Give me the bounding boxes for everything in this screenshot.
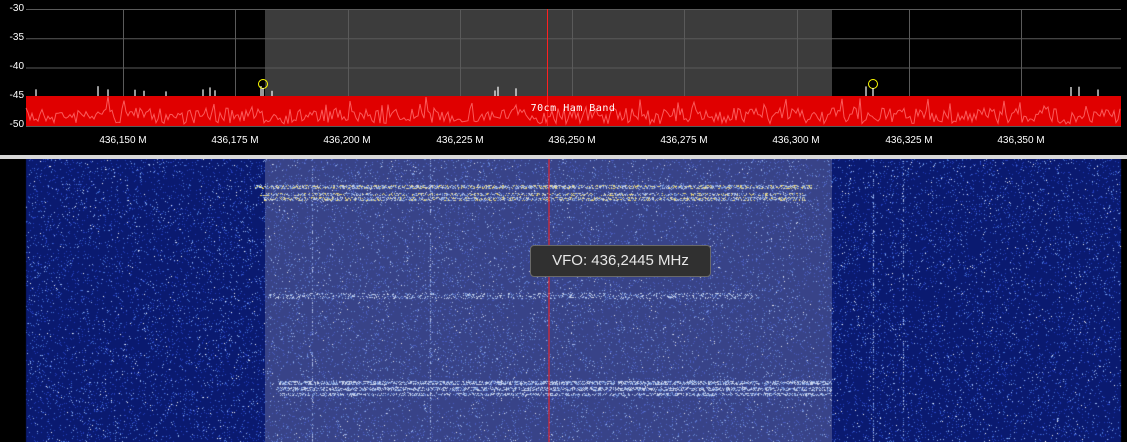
y-axis-label: -30 <box>9 3 24 14</box>
spectrum-plot[interactable] <box>0 0 1127 157</box>
spectrum-panel[interactable]: -30 -35 -40 -45 -50 436,150 M 436,175 M … <box>0 0 1127 157</box>
x-axis-label: 436,175 M <box>211 135 259 146</box>
y-axis-label: -40 <box>9 61 24 72</box>
x-axis-label: 436,350 M <box>997 135 1045 146</box>
x-axis-label: 436,250 M <box>548 135 596 146</box>
peak-marker-icon <box>868 79 878 89</box>
vfo-tooltip: VFO: 436,2445 MHz <box>530 245 711 277</box>
y-axis-label: -45 <box>9 90 24 101</box>
x-axis-label: 436,200 M <box>323 135 371 146</box>
x-axis-label: 436,275 M <box>660 135 708 146</box>
y-axis-label: -50 <box>9 119 24 130</box>
x-axis-label: 436,300 M <box>772 135 820 146</box>
x-axis-label: 436,325 M <box>885 135 933 146</box>
x-axis-label: 436,225 M <box>436 135 484 146</box>
waterfall-panel[interactable] <box>0 159 1127 442</box>
y-axis-label: -35 <box>9 32 24 43</box>
band-label: 70cm Ham Band <box>530 103 616 114</box>
x-axis-label: 436,150 M <box>99 135 147 146</box>
